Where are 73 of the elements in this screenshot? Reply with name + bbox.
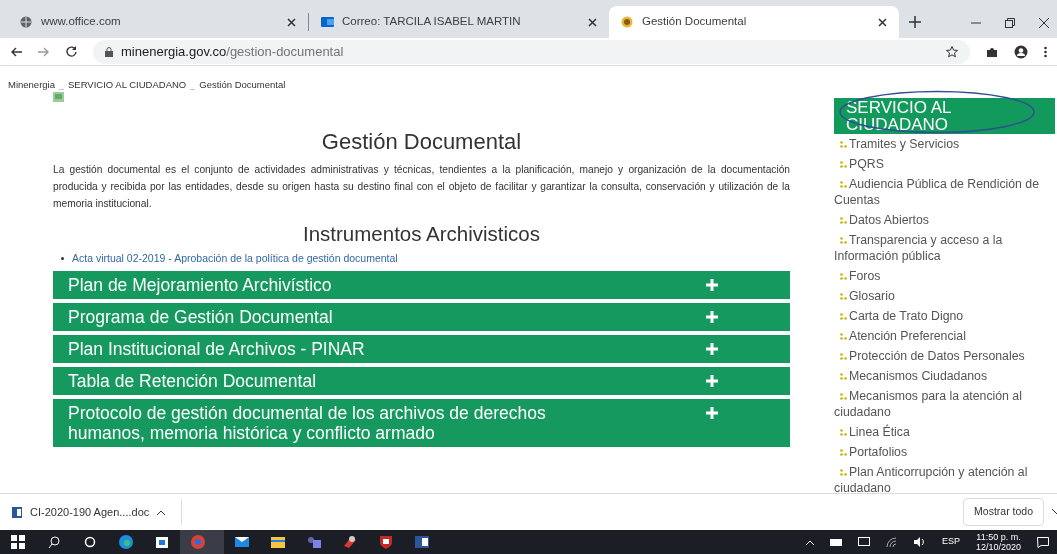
star-icon[interactable] <box>946 46 958 59</box>
sidebar-link[interactable]: Tramites y Servicios <box>828 134 1057 154</box>
bullet-icon <box>840 469 847 476</box>
url-text: minenergia.gov.co/gestion-documental <box>121 42 344 61</box>
browser-tab[interactable]: Correo: TARCILA ISABEL MARTIN <box>309 6 609 38</box>
bullet-icon <box>840 293 847 300</box>
bullet-icon <box>840 313 847 320</box>
mail-icon <box>321 16 334 28</box>
caret-icon <box>157 509 166 515</box>
sidebar-link[interactable]: Carta de Trato Digno <box>828 306 1057 326</box>
sidebar-link[interactable]: Atención Preferencial <box>828 326 1057 346</box>
accordion-header[interactable]: Protocolo de gestión documental de los archivos de derechos humanos, memoria histórica y conflicto armado <box>53 398 790 447</box>
show-all-button[interactable]: Mostrar todo <box>963 498 1044 526</box>
address-bar[interactable]: minenergia.gov.co/gestion-documental <box>93 39 970 64</box>
bullet-icon <box>840 373 847 380</box>
sidebar-link[interactable]: Foros <box>828 266 1057 286</box>
monitor-icon[interactable] <box>857 537 870 547</box>
chevron-up-icon[interactable] <box>805 539 814 545</box>
document-link[interactable]: Acta virtual 02-2019 - Aprobación de la política de gestión documental <box>72 251 398 267</box>
download-item[interactable]: CI-2020-190 Agen....doc <box>12 499 183 525</box>
new-tab-icon[interactable] <box>909 16 921 28</box>
bullet-icon <box>840 333 847 340</box>
sidebar-link[interactable]: Audiencia Pública de Rendición de Cuentas <box>828 174 1057 210</box>
reload-icon[interactable] <box>66 46 77 57</box>
bullet-icon <box>840 141 847 148</box>
browser-tab[interactable]: www.office.com <box>8 6 308 38</box>
lock-icon <box>105 46 113 57</box>
sidebar-link[interactable]: Glosario <box>828 286 1057 306</box>
menu-icon[interactable] <box>1044 45 1047 58</box>
sidebar-link[interactable]: Linea Ética <box>828 422 1057 442</box>
browser-tab[interactable]: Gestión Documental <box>609 6 899 38</box>
back-icon[interactable] <box>10 46 22 57</box>
bullet-icon <box>840 353 847 360</box>
breadcrumb-link[interactable]: Minenergia <box>8 78 55 93</box>
sidebar-link[interactable]: Protección de Datos Personales <box>828 346 1057 366</box>
bullet-icon <box>840 429 847 436</box>
sidebar-link[interactable]: PQRS <box>828 154 1057 174</box>
bullet-icon <box>840 273 847 280</box>
accordion-header[interactable]: Plan de Mejoramiento Archivístico <box>53 270 790 299</box>
restore-icon[interactable] <box>1005 18 1015 28</box>
crest-icon <box>621 16 634 28</box>
bullet-icon <box>840 393 847 400</box>
speaker-icon[interactable] <box>913 537 926 547</box>
breadcrumb-link[interactable]: Gestión Documental <box>199 78 286 93</box>
document-icon <box>12 506 22 518</box>
sidebar-heading: SERVICIO AL CIUDADANO <box>834 98 1055 134</box>
sidebar-link[interactable]: Datos Abiertos <box>828 210 1057 230</box>
sidebar-link[interactable]: Mecanismos Ciudadanos <box>828 366 1057 386</box>
breadcrumb-link[interactable]: SERVICIO AL CIUDADANO <box>68 78 187 93</box>
globe-icon <box>20 16 33 28</box>
image-icon <box>53 92 64 102</box>
bullet-icon <box>840 237 847 244</box>
clock[interactable]: 11:50 p. m. 12/10/2020 <box>975 532 1021 552</box>
wifi-icon[interactable] <box>885 537 898 547</box>
accordion-header[interactable]: Tabla de Retención Documental <box>53 366 790 395</box>
sidebar-link[interactable]: Plan Anticorrupción y atención al ciudadano <box>828 462 1057 493</box>
profile-icon[interactable] <box>1014 44 1028 59</box>
page-title: Gestión Documental <box>320 129 523 156</box>
forward-icon[interactable] <box>38 46 50 57</box>
accordion-header[interactable]: Plan Institucional de Archivos - PINAR <box>53 334 790 363</box>
sidebar-link[interactable]: Transparencia y acceso a la Información pública <box>828 230 1057 266</box>
bullet-icon <box>840 217 847 224</box>
sidebar-link[interactable]: Mecanismos para la atención al ciudadano <box>828 386 1057 422</box>
section-title: Instrumentos Archivisticos <box>302 222 541 247</box>
bullet-icon <box>61 257 64 261</box>
language-indicator[interactable]: ESP <box>941 535 960 549</box>
sidebar-link[interactable]: Portafolios <box>828 442 1057 462</box>
bullet-icon <box>840 449 847 456</box>
bullet-icon <box>840 181 847 188</box>
notification-icon[interactable] <box>1037 536 1049 548</box>
accordion-header[interactable]: Programa de Gestión Documental <box>53 302 790 331</box>
bullet-icon <box>840 161 847 168</box>
intro-paragraph: La gestión documental es el conjunto de actividades administrativas y técnicas, tendientes a la planificación, manejo y organización de la documentación producida y recibida por las entidades, desde su origen hasta su destino final con el objeto de facilitar y garantizar la consulta, conservación y utilización de la memoria institucional. <box>53 163 790 212</box>
